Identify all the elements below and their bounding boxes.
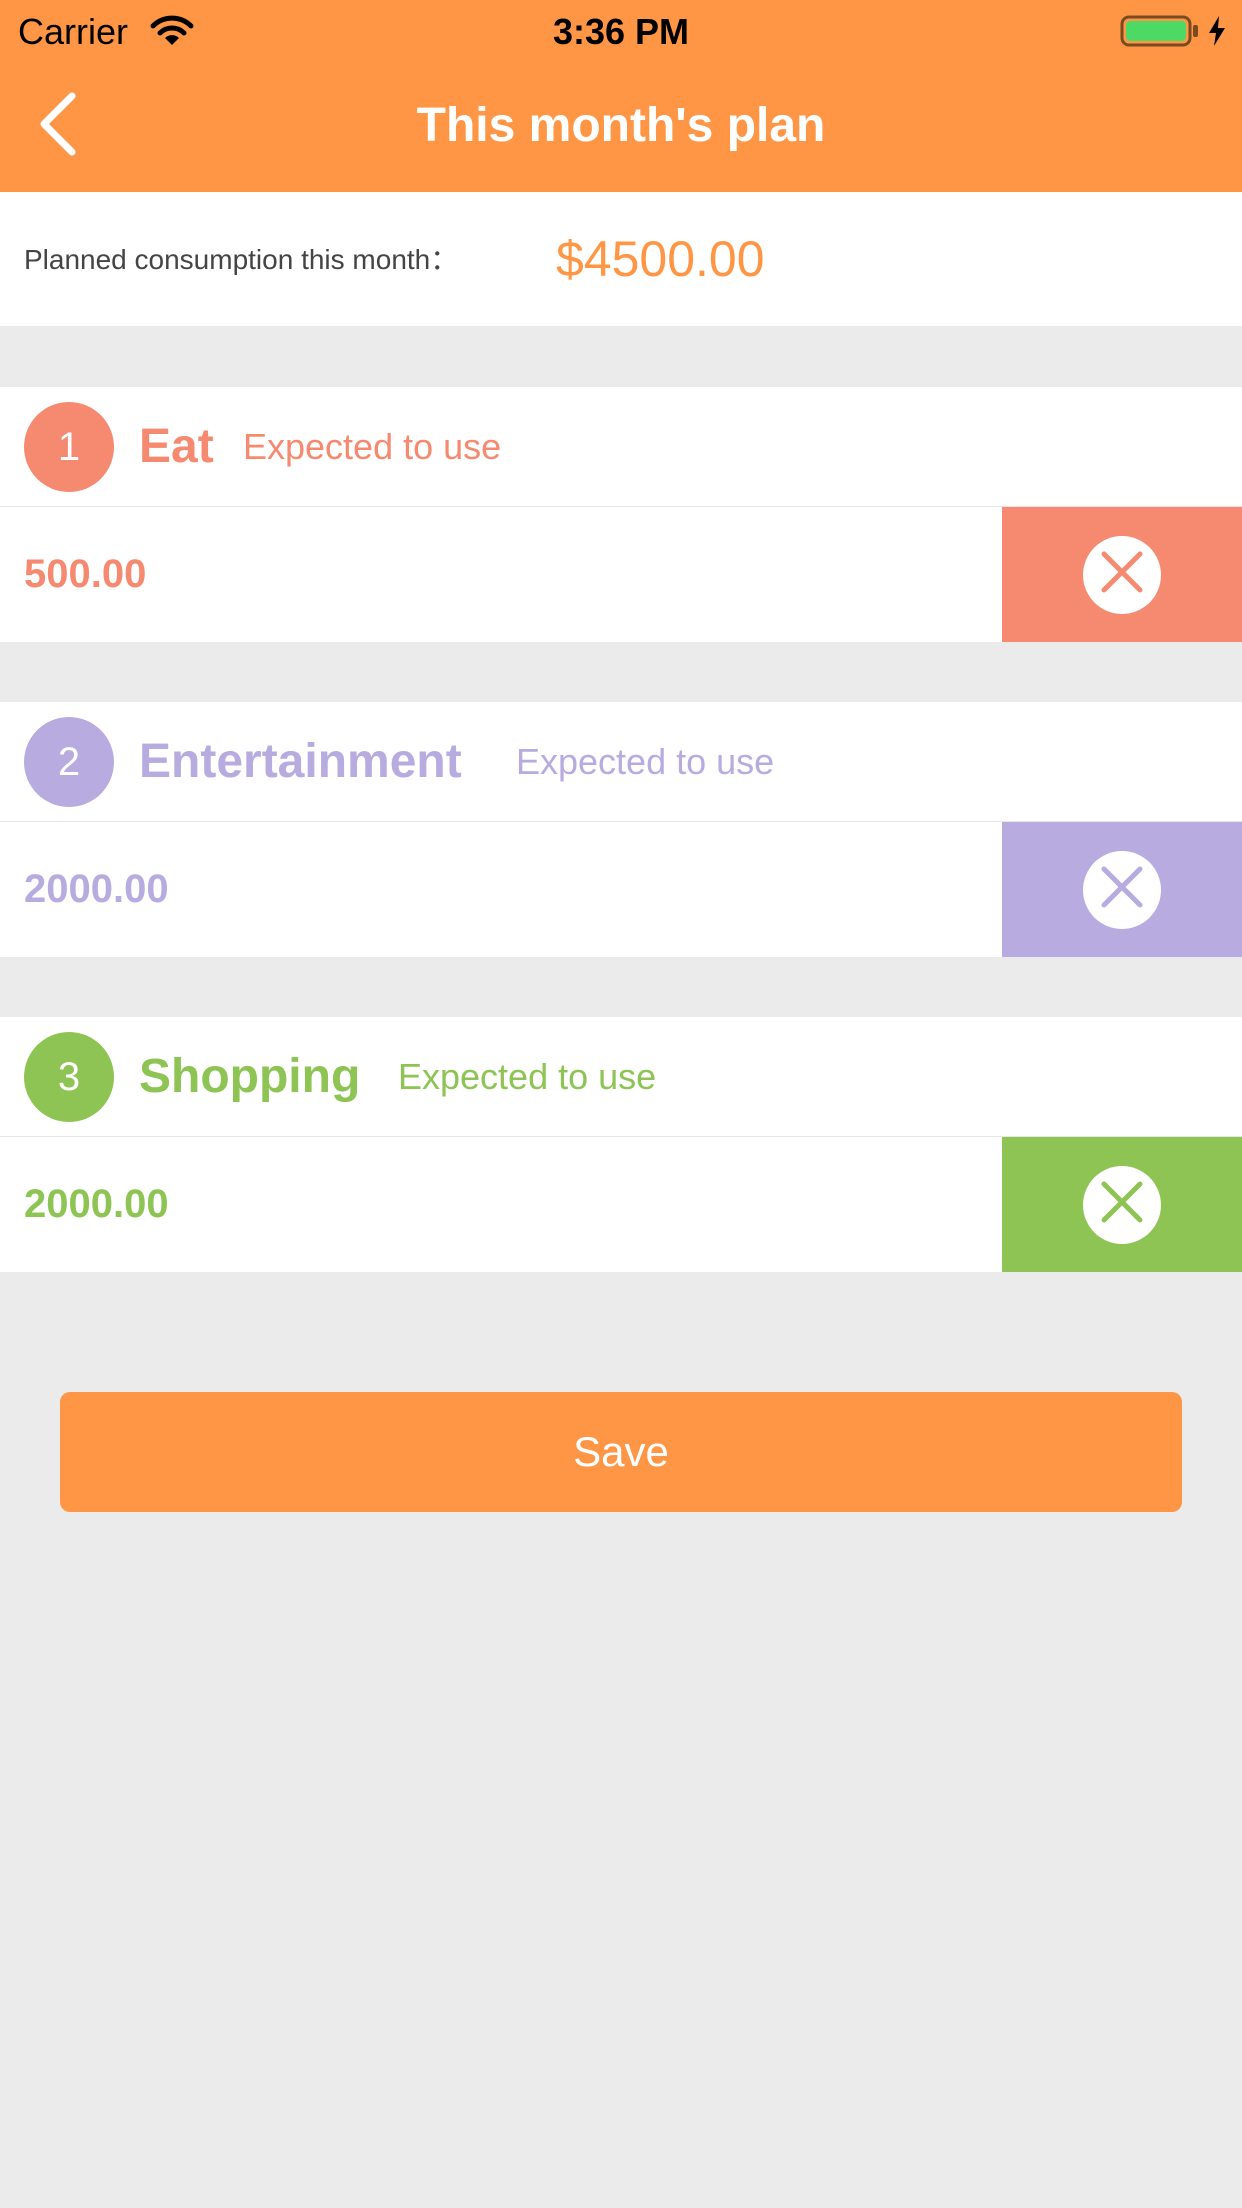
delete-circle [1083,850,1161,929]
close-icon [1100,550,1144,599]
category-name: Entertainment [139,735,462,788]
top-bar: Carrier 3:36 PM This month's plan [0,0,1242,192]
delete-category-button[interactable] [1002,822,1242,957]
category-amount-input[interactable] [24,822,984,957]
planned-consumption-label: Planned consumption this month： [24,244,459,275]
planned-consumption-row: Planned consumption this month： $4500.00 [0,192,1242,326]
page-title: This month's plan [416,99,826,152]
category-header: 3 Shopping Expected to use [0,1017,1242,1137]
status-time: 3:36 PM [552,11,690,52]
category-header: 2 Entertainment Expected to use [0,702,1242,822]
category-index-badge: 3 [24,1032,114,1122]
category-amount-row [0,1137,1242,1272]
category-entertainment: 2 Entertainment Expected to use [0,702,1242,957]
charging-bolt-icon [1206,14,1228,48]
category-eat: 1 Eat Expected to use [0,387,1242,642]
close-icon [1100,1180,1144,1229]
category-shopping: 3 Shopping Expected to use [0,1017,1242,1272]
category-expected-label: Expected to use [243,426,502,467]
save-button[interactable]: Save [60,1392,1182,1512]
category-name: Shopping [139,1050,361,1103]
delete-circle [1083,535,1161,614]
category-expected-label: Expected to use [398,1056,657,1097]
category-index-badge: 2 [24,717,114,807]
category-expected-label: Expected to use [516,741,775,782]
delete-category-button[interactable] [1002,507,1242,642]
app-screen: Carrier 3:36 PM This month's plan Planne… [0,0,1242,2208]
battery-icon [1120,14,1200,48]
category-amount-row [0,507,1242,642]
delete-category-button[interactable] [1002,1137,1242,1272]
category-amount-input[interactable] [24,1137,984,1272]
category-header: 1 Eat Expected to use [0,387,1242,507]
close-icon [1100,865,1144,914]
category-amount-row [0,822,1242,957]
status-bar: Carrier 3:36 PM [0,0,1242,62]
nav-bar: This month's plan [0,62,1242,192]
category-amount-input[interactable] [24,507,984,642]
category-name: Eat [139,420,214,473]
category-index-badge: 1 [24,402,114,492]
planned-consumption-amount: $4500.00 [556,231,765,287]
delete-circle [1083,1165,1161,1244]
